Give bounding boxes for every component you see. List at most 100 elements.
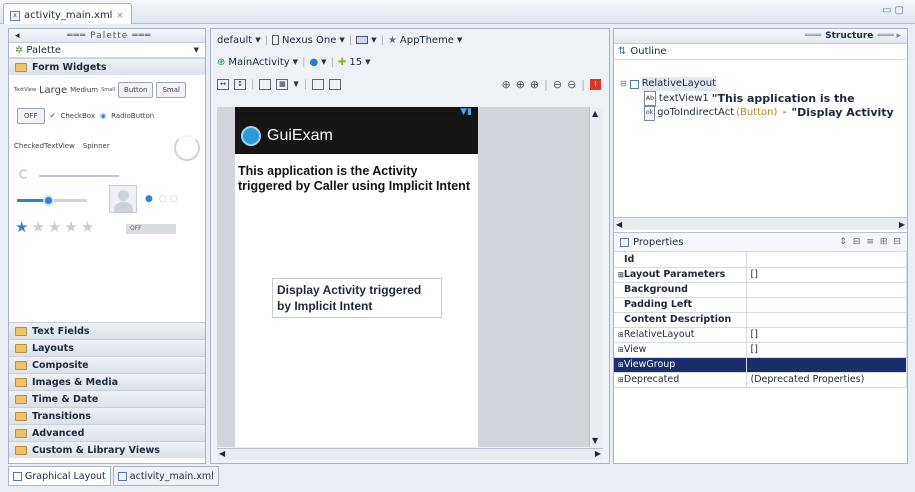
property-row[interactable]: ⊞View[]: [614, 342, 907, 358]
gravity-icon[interactable]: [329, 78, 342, 90]
device-dropdown[interactable]: Nexus One ▼: [271, 35, 345, 46]
category-custom-library-views[interactable]: Custom & Library Views: [9, 441, 205, 458]
category-text-fields[interactable]: Text Fields: [9, 322, 205, 339]
large-text-widget[interactable]: Large: [39, 85, 67, 96]
property-value[interactable]: (Deprecated Properties): [746, 372, 907, 388]
zoom-in-icon[interactable]: ⊕: [530, 78, 539, 91]
radio-button-widget[interactable]: RadioButton: [111, 112, 154, 120]
property-value[interactable]: [746, 357, 907, 373]
category-time-date[interactable]: Time & Date: [9, 390, 205, 407]
property-value[interactable]: []: [746, 342, 907, 358]
category-composite[interactable]: Composite: [9, 356, 205, 373]
tab-graphical-layout[interactable]: Graphical Layout: [8, 466, 111, 486]
config-dropdown[interactable]: default ▼: [217, 35, 261, 46]
property-row[interactable]: Content Description: [614, 312, 907, 328]
tree-item-button[interactable]: ok goToIndirectAct (Button) - "Display A…: [644, 105, 909, 121]
tab-xml-source[interactable]: activity_main.xml: [112, 466, 219, 486]
checked-textview-widget[interactable]: CheckedTextView: [14, 142, 75, 150]
theme-dropdown[interactable]: ★ AppTheme ▼: [388, 35, 462, 46]
error-icon[interactable]: !: [590, 78, 601, 90]
property-value[interactable]: [746, 282, 907, 298]
textview-widget[interactable]: TextView: [14, 87, 36, 93]
expand-all-icon[interactable]: ⊞: [880, 237, 888, 247]
progress-spinner-widget[interactable]: [174, 135, 200, 161]
folder-icon: [15, 326, 27, 336]
orientation-dropdown[interactable]: ▼: [356, 36, 377, 44]
button-widget[interactable]: Button: [118, 82, 154, 98]
palette-dropdown[interactable]: ✲ Palette ▼: [9, 43, 205, 58]
margins-icon[interactable]: [312, 78, 325, 90]
zoom-out-icon[interactable]: ⊖: [553, 78, 562, 91]
locale-dropdown[interactable]: ● ▼: [309, 57, 326, 68]
small-button-widget[interactable]: Smal: [156, 82, 186, 98]
property-value[interactable]: [746, 297, 907, 313]
small-text-widget[interactable]: Small: [101, 87, 115, 93]
property-value[interactable]: []: [746, 267, 907, 283]
tree-root[interactable]: ⊟ RelativeLayout: [620, 77, 717, 91]
category-form-widgets[interactable]: Form Widgets: [9, 58, 205, 75]
horizontal-scrollbar[interactable]: ◀ ▶: [217, 448, 603, 460]
chevron-down-icon[interactable]: ▼: [194, 46, 199, 54]
seekbar-widget[interactable]: [17, 195, 87, 206]
outline-hscrollbar[interactable]: ◀ ▶: [614, 217, 907, 230]
bottom-tab-bar: Graphical Layout activity_main.xml: [8, 466, 238, 486]
medium-text-widget[interactable]: Medium: [70, 86, 98, 94]
property-row[interactable]: ⊞ViewGroup: [614, 357, 907, 373]
filter-icon[interactable]: ⊟: [853, 237, 861, 247]
property-row[interactable]: Padding Left: [614, 297, 907, 313]
spinner-widget[interactable]: Spinner: [83, 142, 110, 150]
file-tab[interactable]: x activity_main.xml ✕: [3, 3, 133, 24]
property-row[interactable]: Background: [614, 282, 907, 298]
zoom-real-icon[interactable]: ⊕: [516, 78, 525, 91]
collapse-all-icon[interactable]: ⊟: [893, 237, 901, 247]
image-widget[interactable]: [109, 185, 137, 213]
minimize-icon[interactable]: ▭: [882, 5, 894, 16]
scroll-up-icon[interactable]: ▲: [592, 109, 598, 118]
zoom-reset-icon[interactable]: ⊖: [567, 78, 576, 91]
scroll-right-icon[interactable]: ▶: [595, 449, 601, 458]
property-value[interactable]: []: [746, 327, 907, 343]
api-dropdown[interactable]: ✚ 15 ▼: [338, 57, 371, 68]
category-advanced[interactable]: Advanced: [9, 424, 205, 441]
zoom-fit-icon[interactable]: ⊕: [501, 78, 510, 91]
chevron-down-icon[interactable]: ▼: [293, 80, 298, 88]
progress-bar-widget[interactable]: [39, 175, 119, 177]
maximize-icon[interactable]: ▢: [895, 5, 907, 16]
property-row[interactable]: ⊞RelativeLayout[]: [614, 327, 907, 343]
property-value[interactable]: [746, 312, 907, 328]
close-icon[interactable]: ✕: [116, 11, 123, 20]
layout-icon[interactable]: [259, 78, 272, 90]
window-controls[interactable]: ▭▢: [882, 5, 907, 16]
collapse-icon[interactable]: ⊟: [620, 77, 627, 91]
display-activity-button[interactable]: Display Activity triggered by Implicit I…: [272, 278, 442, 318]
category-transitions[interactable]: Transitions: [9, 407, 205, 424]
property-row[interactable]: Id: [614, 252, 907, 268]
vertical-scrollbar[interactable]: ▲ ▼: [589, 107, 603, 447]
fill-width-icon[interactable]: ↔: [217, 78, 229, 90]
scroll-left-icon[interactable]: ◀: [616, 218, 622, 232]
palette-header-title: Palette: [90, 30, 129, 41]
small-progress-widget[interactable]: [19, 169, 29, 179]
scroll-left-icon[interactable]: ◀: [219, 449, 225, 458]
toggle-button-widget[interactable]: OFF: [17, 108, 45, 124]
folder-icon: [15, 411, 27, 421]
category-label: Text Fields: [32, 325, 90, 337]
rating-bar-widget[interactable]: ★ ★ ★ ★ ★: [15, 220, 94, 235]
checkbox-widget[interactable]: CheckBox: [60, 112, 95, 120]
sort-icon[interactable]: ⇕: [839, 237, 847, 247]
text-view[interactable]: This application is the Activity trigger…: [238, 164, 474, 194]
category-images-media[interactable]: Images & Media: [9, 373, 205, 390]
activity-dropdown[interactable]: ⊕ MainActivity ▼: [217, 57, 298, 68]
switch-widget[interactable]: OFF: [126, 224, 176, 234]
fill-height-icon[interactable]: ↕: [234, 78, 246, 90]
grid-icon[interactable]: ▦: [276, 78, 289, 90]
property-row[interactable]: ⊞Deprecated (Deprecated Properties): [614, 372, 907, 388]
property-value[interactable]: [746, 252, 907, 268]
scroll-right-icon[interactable]: ▶: [899, 218, 905, 232]
category-layouts[interactable]: Layouts: [9, 339, 205, 356]
property-row[interactable]: ⊞Layout Parameters[]: [614, 267, 907, 283]
star-icon: ★: [387, 34, 397, 46]
menu-icon[interactable]: ≡: [866, 237, 874, 247]
scroll-down-icon[interactable]: ▼: [592, 436, 598, 445]
category-label: Transitions: [32, 410, 91, 422]
